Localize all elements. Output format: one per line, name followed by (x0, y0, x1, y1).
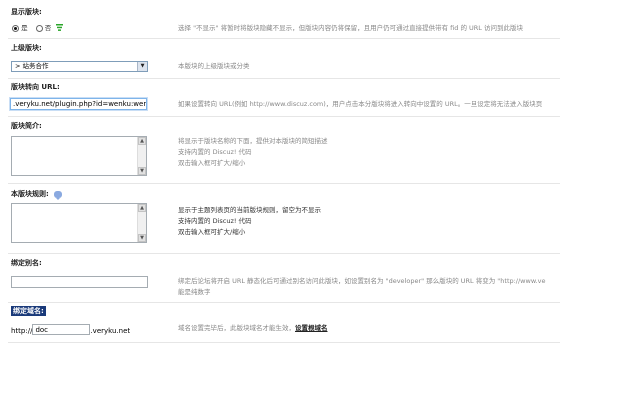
alias-hint: 绑定后论坛将开启 URL 静态化后可通过别名访问此版块，如设置别名为 "deve… (178, 276, 558, 298)
chevron-down-icon[interactable]: ▼ (137, 62, 147, 71)
parent-section-label: 上级版块: (11, 44, 42, 52)
intro-label: 版块简介: (11, 122, 42, 130)
show-yes-radio[interactable] (12, 24, 19, 32)
domain-input[interactable]: doc (32, 324, 91, 335)
parent-section-select[interactable]: > 站务合作 ▼ (11, 61, 148, 72)
alias-hint-line: 绑定后论坛将开启 URL 静态化后可通过别名访问此版块，如设置别名为 "deve… (178, 277, 546, 285)
domain-hint-text: 域名设置完毕后，此版块域名才能生效， (178, 324, 295, 332)
show-yes-label: 是 (21, 24, 28, 32)
parent-section-hint: 本版块的上级版块或分类 (178, 62, 250, 70)
status-filter-icon (56, 23, 64, 33)
divider (8, 183, 560, 184)
divider (8, 302, 560, 303)
alias-label: 绑定别名: (11, 259, 42, 267)
scroll-down-icon[interactable]: ▼ (138, 167, 146, 175)
show-section-label: 显示版块: (11, 8, 42, 16)
rules-label-text: 本版块规则: (11, 190, 49, 198)
divider (8, 116, 560, 117)
rules-label: 本版块规则: (11, 189, 63, 200)
domain-prefix: http:// (11, 327, 33, 335)
rules-scrollbar[interactable]: ▲ ▼ (137, 204, 146, 242)
domain-field: http://doc .veryku.net (11, 322, 130, 335)
intro-hint: 将显示于版块名称的下面，提供对本版块的简短描述 支持内置的 Discuz! 代码… (178, 136, 328, 169)
rules-hint-line: 支持内置的 Discuz! 代码 (178, 217, 252, 225)
intro-textarea[interactable]: ▲ ▼ (11, 136, 147, 176)
intro-scrollbar[interactable]: ▲ ▼ (137, 137, 146, 175)
alias-hint-line: 能是纯数字 (178, 288, 211, 296)
show-section-hint: 选择 "不显示" 将暂时将版块隐藏不显示，但版块内容仍将保留，且用户仍可通过直接… (178, 24, 523, 32)
scroll-up-icon[interactable]: ▲ (138, 137, 146, 145)
domain-suffix: .veryku.net (90, 327, 131, 335)
intro-hint-line: 将显示于版块名称的下面，提供对本版块的简短描述 (178, 137, 328, 145)
redirect-url-hint: 如果设置转向 URL(例如 http://www.discuz.com)，用户点… (178, 100, 543, 108)
intro-hint-line: 支持内置的 Discuz! 代码 (178, 148, 252, 156)
alias-input[interactable] (11, 276, 148, 288)
scroll-down-icon[interactable]: ▼ (138, 234, 146, 242)
rules-textarea[interactable]: ▲ ▼ (11, 203, 147, 243)
divider (8, 78, 560, 79)
divider (8, 38, 560, 39)
show-no-label: 否 (44, 24, 52, 32)
scroll-up-icon[interactable]: ▲ (138, 204, 146, 212)
intro-hint-line: 双击输入框可扩大/缩小 (178, 159, 246, 167)
rules-hint-line: 双击输入框可扩大/缩小 (178, 228, 246, 236)
redirect-url-input[interactable]: .veryku.net/plugin.php?id=wenku:wenk (10, 98, 147, 110)
set-root-domain-link[interactable]: 设置根域名 (295, 324, 328, 332)
rules-hint-line: 显示于主题列表页的当前版块规则，留空为不显示 (178, 206, 321, 214)
help-bubble-icon[interactable] (54, 190, 63, 200)
divider (8, 342, 560, 343)
domain-hint: 域名设置完毕后，此版块域名才能生效，设置根域名 (178, 323, 328, 334)
show-no-radio[interactable] (35, 24, 43, 32)
show-section-options: 是 否 (12, 22, 64, 33)
domain-label: 绑定域名: (11, 306, 46, 316)
divider (8, 253, 560, 254)
parent-section-value: > 站务合作 (15, 62, 49, 70)
rules-hint: 显示于主题列表页的当前版块规则，留空为不显示 支持内置的 Discuz! 代码 … (178, 205, 321, 238)
redirect-url-label: 版块转向 URL: (11, 83, 60, 91)
